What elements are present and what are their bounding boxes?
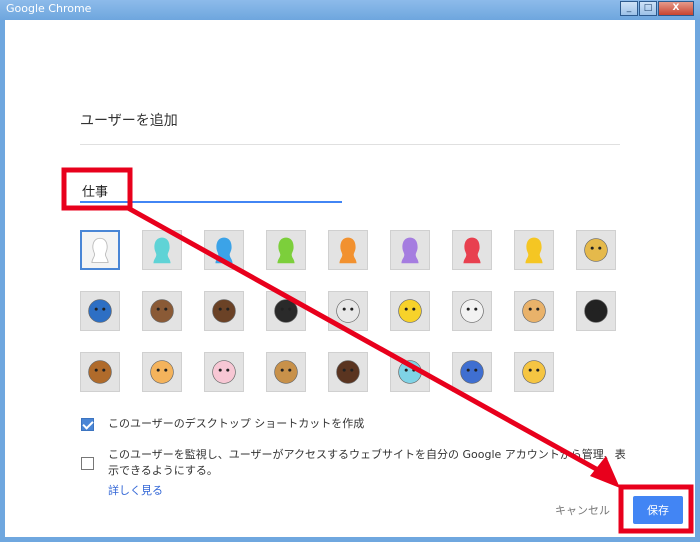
- avatar-man-portrait-icon[interactable]: [204, 291, 244, 331]
- avatar-sun-cloud-icon[interactable]: [514, 352, 554, 392]
- shortcut-label: このユーザーのデスクトップ ショートカットを作成: [108, 417, 365, 430]
- supervise-label-line2: 示できるようにする。: [108, 464, 218, 477]
- supervise-checkbox[interactable]: [81, 457, 94, 470]
- shortcut-checkbox[interactable]: [81, 418, 94, 431]
- avatar-cupcake-icon[interactable]: [204, 352, 244, 392]
- avatar-orange-silhouette-icon[interactable]: [328, 230, 368, 270]
- avatar-red-silhouette-icon[interactable]: [452, 230, 492, 270]
- avatar-horse-icon[interactable]: [328, 352, 368, 392]
- avatar-yellow-silhouette-icon[interactable]: [514, 230, 554, 270]
- close-button[interactable]: X: [658, 1, 694, 16]
- avatar-white-silhouette-icon[interactable]: [80, 230, 120, 270]
- avatar-hamburger-icon[interactable]: [80, 352, 120, 392]
- avatar-purple-silhouette-icon[interactable]: [390, 230, 430, 270]
- chrome-window: Google Chrome _ □ X ユーザーを追加 このユーザーのデスクトッ…: [0, 0, 700, 542]
- heading-divider: [80, 144, 620, 145]
- avatar-ninja-icon[interactable]: [266, 291, 306, 331]
- avatar-woman-with-mask-icon[interactable]: [142, 291, 182, 331]
- supervise-label: このユーザーを監視し、ユーザーがアクセスするウェブサイトを自分の Google …: [108, 447, 643, 479]
- avatar-superhero-icon[interactable]: [80, 291, 120, 331]
- supervise-label-line1: このユーザーを監視し、ユーザーがアクセスするウェブサイトを自分の Google …: [108, 448, 626, 461]
- dialog-heading: ユーザーを追加: [80, 113, 178, 129]
- window-title: Google Chrome: [6, 2, 92, 15]
- maximize-button[interactable]: □: [639, 1, 657, 16]
- avatar-cat-icon[interactable]: [142, 352, 182, 392]
- avatar-blue-silhouette-icon[interactable]: [204, 230, 244, 270]
- avatar-alien-icon[interactable]: [328, 291, 368, 331]
- avatar-cocktail-icon[interactable]: [390, 352, 430, 392]
- avatar-flower-icon[interactable]: [452, 291, 492, 331]
- minimize-button[interactable]: _: [620, 1, 638, 16]
- window-controls: _ □ X: [620, 1, 694, 16]
- avatar-soccer-ball-icon[interactable]: [576, 291, 616, 331]
- avatar-cyan-silhouette-icon[interactable]: [142, 230, 182, 270]
- avatar-pizza-icon[interactable]: [514, 291, 554, 331]
- title-bar[interactable]: Google Chrome _ □ X: [0, 0, 700, 20]
- avatar-smiley-icon[interactable]: [390, 291, 430, 331]
- avatar-green-silhouette-icon[interactable]: [266, 230, 306, 270]
- avatar-music-note-icon[interactable]: [452, 352, 492, 392]
- learn-more-link[interactable]: 詳しく見る: [108, 482, 163, 498]
- user-name-input[interactable]: [80, 180, 342, 203]
- save-button[interactable]: 保存: [633, 496, 683, 524]
- add-user-dialog: ユーザーを追加 このユーザーのデスクトップ ショートカットを作成 このユーザーを…: [5, 20, 695, 537]
- avatar-blonde-person-icon[interactable]: [576, 230, 616, 270]
- cancel-button[interactable]: キャンセル: [555, 502, 610, 518]
- avatar-dog-icon[interactable]: [266, 352, 306, 392]
